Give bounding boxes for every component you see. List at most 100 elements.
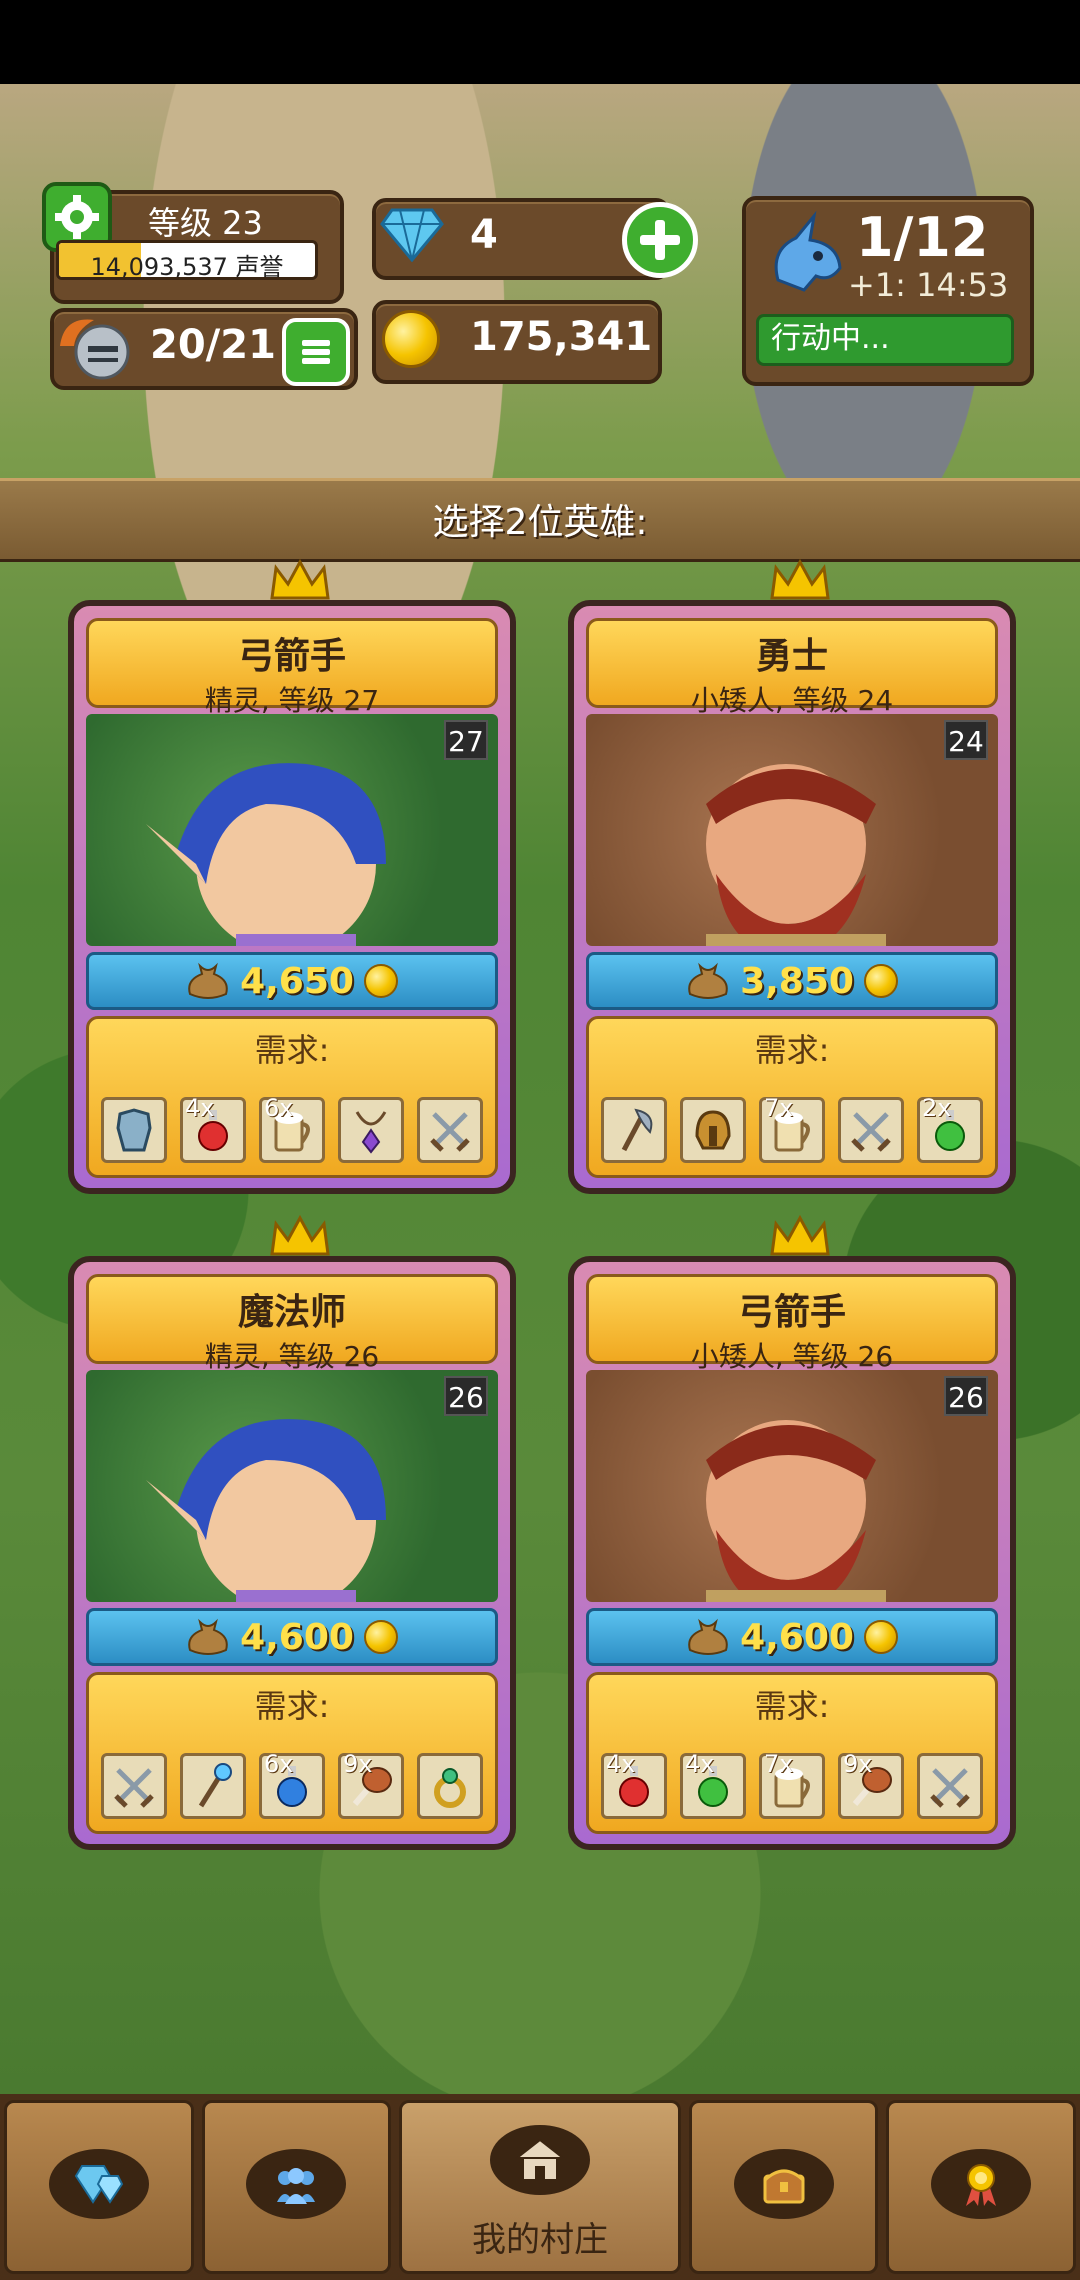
requirement-item[interactable]: 7x [759, 1094, 825, 1163]
hero-card[interactable]: 勇士 小矮人, 等级 24 24 3,850 需求: 7x 2x [568, 558, 1016, 1194]
heroes-count: 20/21 [150, 322, 276, 368]
hero-class: 魔法师 [237, 1292, 346, 1333]
requirement-item[interactable]: 9x [838, 1750, 904, 1819]
money-bag-icon [188, 962, 228, 999]
tab-chest[interactable] [688, 2100, 879, 2274]
amulet-icon [355, 1111, 387, 1154]
requirements-list: 6x 9x [101, 1750, 483, 1819]
gold-coin-icon [363, 964, 398, 998]
tab-achievements[interactable] [886, 2100, 1077, 2274]
hero-class: 勇士 [755, 636, 828, 677]
requirements-list: 4x 4x 7x 9x [601, 1750, 983, 1819]
hire-price[interactable]: 4,600 [586, 1608, 998, 1666]
tab-shop[interactable] [4, 2100, 194, 2274]
requirements-label: 需求: [254, 1687, 330, 1725]
tab-my-village-label: 我的村庄 [472, 2220, 608, 2260]
hero-header: 弓箭手 精灵, 等级 27 [86, 618, 498, 717]
requirement-item[interactable] [338, 1097, 404, 1163]
bottom-navigation: 我的村庄 [0, 2094, 1080, 2280]
gold-coin-icon [863, 1620, 898, 1654]
requirement-item[interactable]: 4x [601, 1750, 667, 1819]
gems-icon [74, 2165, 123, 2204]
hero-card[interactable]: 魔法师 精灵, 等级 26 26 4,600 需求: 6x 9x [68, 1214, 516, 1850]
money-bag-icon [688, 1618, 728, 1655]
price-value: 4,650 [240, 960, 354, 1002]
requirement-item[interactable] [180, 1753, 246, 1819]
crossed-swords-icon [114, 1768, 154, 1808]
hire-price[interactable]: 3,850 [586, 952, 998, 1010]
requirement-item[interactable] [838, 1097, 904, 1163]
gold-count: 175,341 [470, 314, 653, 360]
heroes-list-button[interactable] [282, 318, 350, 386]
gear-icon [55, 195, 99, 239]
requirement-item[interactable] [680, 1097, 746, 1163]
requirement-item[interactable]: 9x [338, 1750, 404, 1819]
requirement-item[interactable]: 2x [917, 1094, 983, 1163]
price-value: 3,850 [740, 960, 854, 1002]
hero-portrait-image [706, 764, 886, 946]
requirement-item[interactable] [417, 1753, 483, 1819]
actions-status[interactable]: 行动中... [756, 314, 1014, 366]
list-icon [302, 337, 330, 367]
requirement-quantity: 4x [185, 1094, 215, 1122]
requirements-list: 4x 6x [101, 1094, 483, 1163]
requirement-quantity: 4x [685, 1750, 715, 1778]
requirement-item[interactable]: 6x [259, 1094, 325, 1163]
actions-count: 1/12 [856, 206, 989, 269]
price-value: 4,600 [240, 1616, 354, 1658]
buy-gems-button[interactable] [622, 202, 698, 278]
tab-my-village[interactable]: 我的村庄 [399, 2100, 681, 2274]
price-value: 4,600 [740, 1616, 854, 1658]
knight-helmet-icon [60, 319, 130, 380]
requirement-item[interactable] [101, 1753, 167, 1819]
hero-level-badge: 26 [944, 1376, 988, 1416]
crossed-swords-icon [930, 1768, 970, 1808]
gems-count: 4 [470, 212, 498, 258]
ring-icon [434, 1768, 466, 1808]
system-status-bar [0, 0, 1080, 84]
requirement-item[interactable] [601, 1097, 667, 1163]
hire-price[interactable]: 4,600 [86, 1608, 498, 1666]
tab-heroes[interactable] [201, 2100, 392, 2274]
hero-header: 弓箭手 小矮人, 等级 26 [586, 1274, 998, 1373]
gold-coin-icon [863, 964, 898, 998]
player-level: 等级 23 [148, 204, 263, 242]
requirement-item[interactable]: 7x [759, 1750, 825, 1819]
crossed-swords-icon [430, 1112, 470, 1152]
requirement-quantity: 6x [264, 1094, 294, 1122]
hero-card[interactable]: 弓箭手 精灵, 等级 27 27 4,650 需求: 4x 6x [68, 558, 516, 1194]
requirement-quantity: 7x [764, 1094, 794, 1122]
requirements-label: 需求: [754, 1031, 830, 1069]
axe-icon [621, 1108, 653, 1152]
requirement-item[interactable] [417, 1097, 483, 1163]
people-icon [277, 2168, 316, 2204]
requirement-item[interactable]: 6x [259, 1750, 325, 1819]
requirement-item[interactable]: 4x [680, 1750, 746, 1819]
crown-icon [270, 558, 330, 600]
helmet-icon [695, 1110, 731, 1150]
armor-icon [116, 1108, 152, 1152]
medal-icon [966, 2164, 997, 2206]
hero-race-level: 精灵, 等级 26 [204, 1340, 380, 1373]
hero-portrait: 24 [586, 714, 998, 946]
requirement-item[interactable] [917, 1753, 983, 1819]
hire-price[interactable]: 4,650 [86, 952, 498, 1010]
hero-race-level: 小矮人, 等级 24 [690, 684, 894, 717]
money-bag-icon [688, 962, 728, 999]
hero-card[interactable]: 弓箭手 小矮人, 等级 26 26 4,600 需求: 4x 4x 7x 9x [568, 1214, 1016, 1850]
requirement-quantity: 7x [764, 1750, 794, 1778]
village-icon [515, 2138, 565, 2181]
requirements-panel: 需求: 6x 9x [86, 1672, 498, 1834]
requirement-item[interactable]: 4x [180, 1094, 246, 1163]
chest-icon [763, 2169, 805, 2204]
hero-portrait-image [706, 1420, 886, 1602]
money-bag-icon [188, 1618, 228, 1655]
crown-icon [770, 1214, 830, 1256]
crown-icon [270, 1214, 330, 1256]
requirement-item[interactable] [101, 1097, 167, 1163]
requirements-panel: 需求: 4x 4x 7x 9x [586, 1672, 998, 1834]
hero-portrait: 26 [586, 1370, 998, 1602]
select-heroes-banner: 选择2位英雄: [0, 478, 1080, 562]
requirement-quantity: 4x [606, 1750, 636, 1778]
reputation-value: 14,093,537 声誉 [90, 253, 284, 280]
